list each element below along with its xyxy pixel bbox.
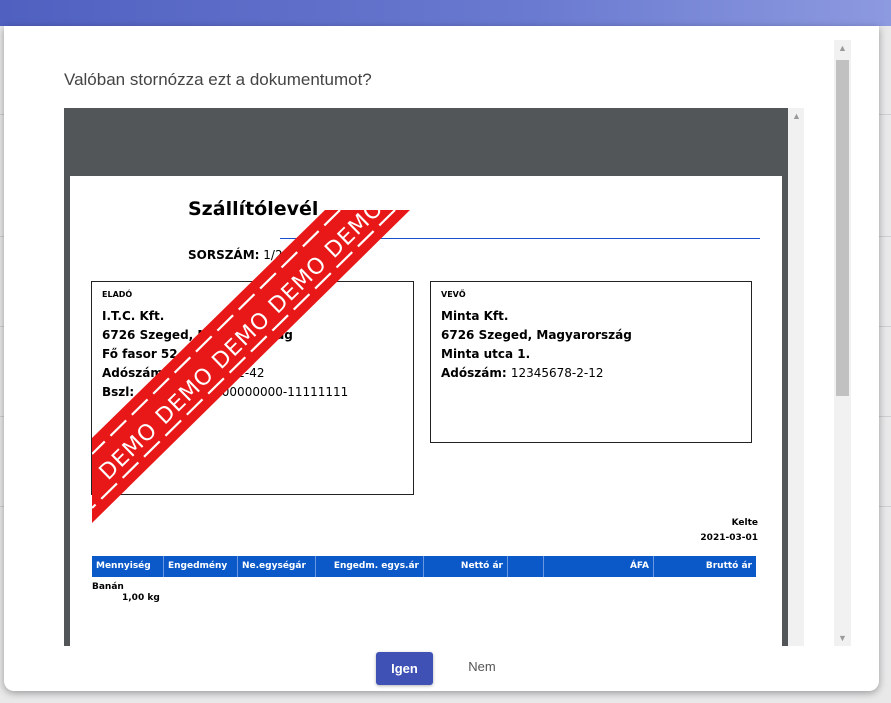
preview-scrollbar[interactable]: ▲: [788, 108, 804, 646]
seller-tax-label: Adószám:: [102, 366, 168, 380]
dialog-title: Valóban stornózza ezt a dokumentumot?: [64, 70, 372, 89]
scroll-up-icon[interactable]: ▲: [834, 40, 851, 56]
table-row: Banán 1,00 kg: [92, 582, 160, 604]
item-name: Banán: [92, 582, 124, 592]
confirm-button[interactable]: Igen: [376, 652, 433, 685]
items-table-header: Mennyiség Engedmény Ne.egységár Engedm. …: [92, 556, 756, 577]
serial-number: SORSZÁM: 1/21: [188, 248, 290, 262]
cancel-button[interactable]: Nem: [460, 652, 504, 685]
item-quantity: 1,00 kg: [122, 593, 160, 603]
col-discounted-unit-price: Engedm. egys.ár: [316, 556, 424, 577]
seller-header: ELADÓ: [102, 290, 133, 299]
app-header-bar: [0, 0, 891, 26]
col-net-price: Nettó ár: [424, 556, 508, 577]
seller-bank-label: Bszl:: [102, 385, 135, 399]
buyer-tax: Adószám: 12345678-2-12: [441, 364, 741, 383]
seller-tax-value: 11082376-2-42: [171, 366, 265, 380]
seller-bank-value: 11111111-00000000-11111111: [156, 385, 349, 399]
seller-tax: Adószám: 11082376-2-42: [102, 364, 403, 383]
col-quantity: Mennyiség: [92, 556, 164, 577]
issue-date-label: Kelte: [731, 518, 758, 528]
document-preview[interactable]: Szállítólevél SORSZÁM: 1/21 ELADÓ I.T.C.…: [64, 108, 804, 646]
scrollbar-thumb[interactable]: [836, 60, 849, 396]
buyer-tax-label: Adószám:: [441, 366, 507, 380]
buyer-street: Minta utca 1.: [441, 347, 531, 361]
serial-value: 1/21: [263, 248, 291, 262]
seller-street: Fő fasor 52.: [102, 347, 183, 361]
buyer-header: VEVŐ: [441, 290, 466, 299]
issue-date-value: 2021-03-01: [700, 533, 758, 543]
col-gross-price: Bruttó ár: [705, 561, 752, 571]
serial-label: SORSZÁM:: [188, 248, 260, 262]
dialog-scrollbar[interactable]: ▲ ▼: [834, 40, 851, 646]
seller-city: 6726 Szeged, Magyarország: [102, 328, 293, 342]
seller-bank: Bszl: 11111111-00000000-11111111: [102, 383, 403, 402]
issue-date: Kelte 2021-03-01: [700, 516, 758, 546]
seller-name: I.T.C. Kft.: [102, 309, 165, 323]
scroll-down-icon[interactable]: ▼: [834, 630, 851, 646]
buyer-city: 6726 Szeged, Magyarország: [441, 328, 632, 342]
buyer-tax-value: 12345678-2-12: [510, 366, 604, 380]
document-page: Szállítólevél SORSZÁM: 1/21 ELADÓ I.T.C.…: [70, 176, 782, 646]
col-discount: Engedmény: [164, 556, 238, 577]
document-title: Szállítólevél: [188, 198, 319, 220]
seller-box: ELADÓ I.T.C. Kft. 6726 Szeged, Magyarors…: [91, 281, 414, 495]
title-divider: [280, 238, 760, 239]
preview-scroll-up-icon[interactable]: ▲: [788, 108, 804, 124]
buyer-name: Minta Kft.: [441, 309, 509, 323]
buyer-box: VEVŐ Minta Kft. 6726 Szeged, Magyarorszá…: [430, 281, 752, 443]
col-vat: ÁFA: [544, 556, 654, 577]
col-empty: [508, 556, 544, 577]
storno-confirm-dialog: Valóban stornózza ezt a dokumentumot? Sz…: [4, 26, 879, 691]
col-net-unit-price: Ne.egységár: [238, 556, 316, 577]
